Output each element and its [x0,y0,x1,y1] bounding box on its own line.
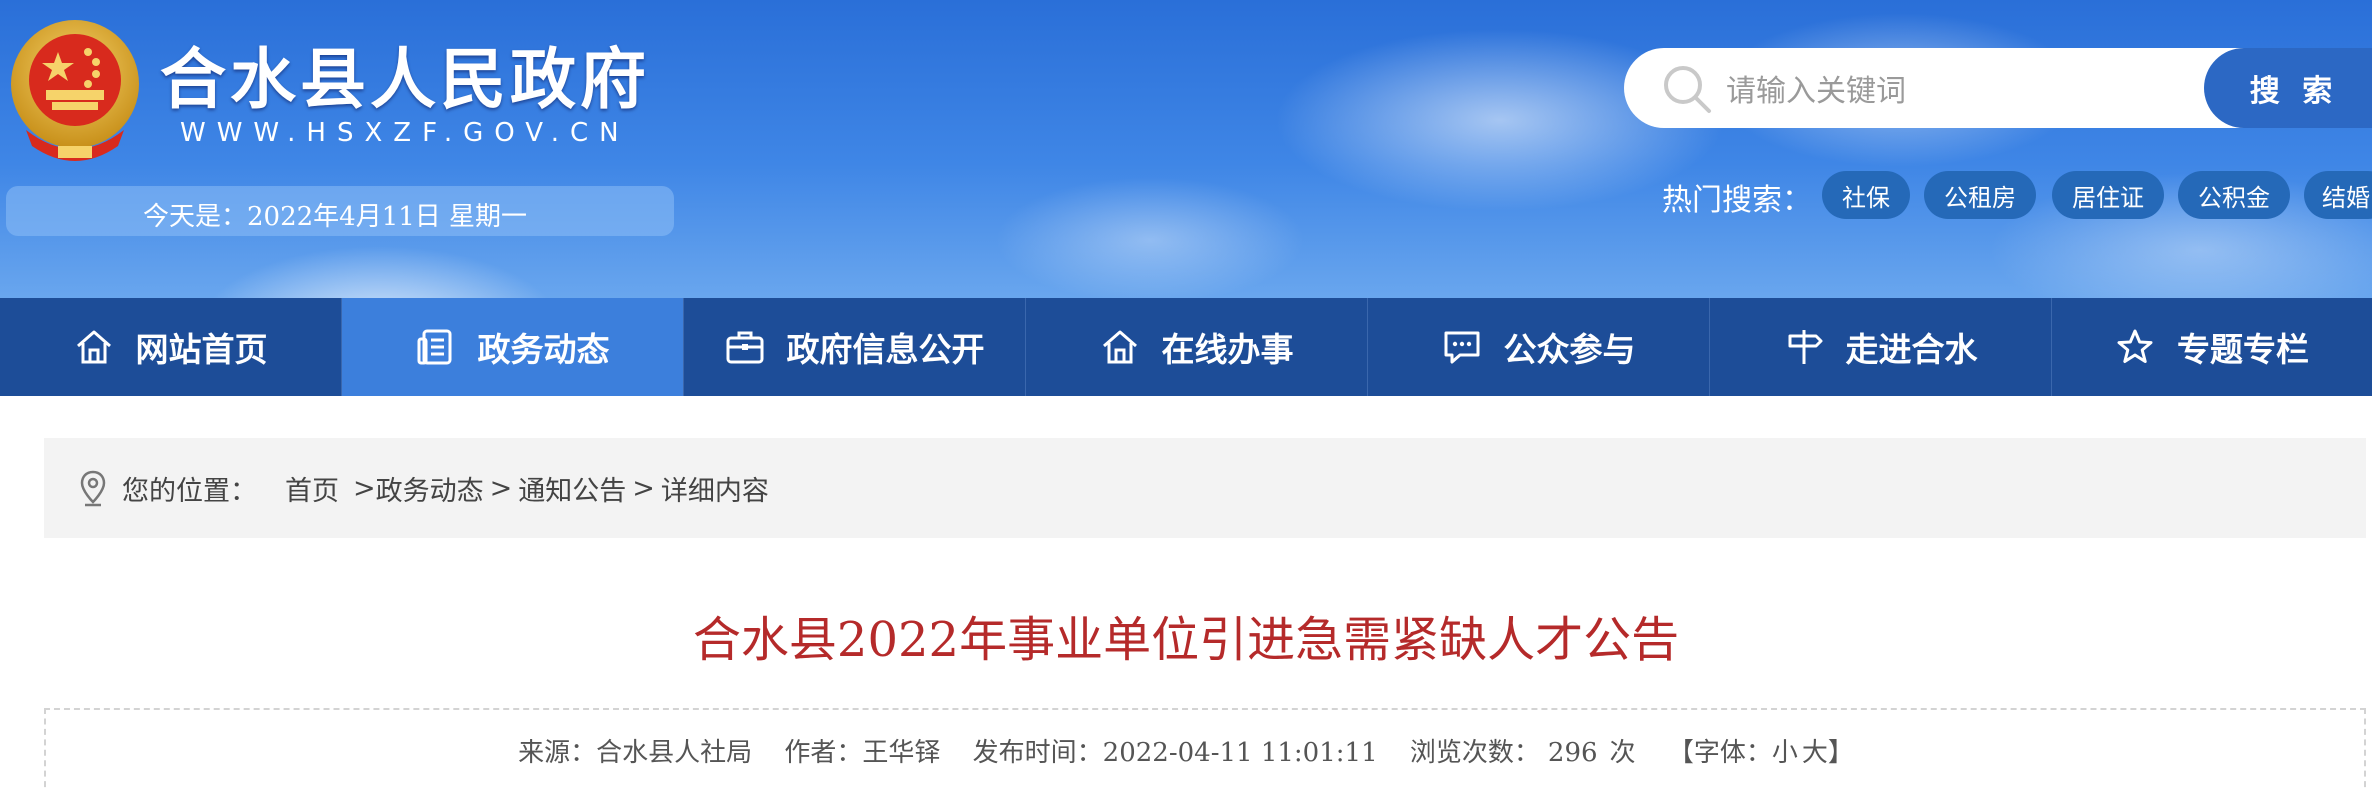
nav-item-label: 公众参与 [1503,330,1636,369]
breadcrumb-separator: > [632,472,655,504]
article-title: 合水县2022年事业单位引进急需紧缺人才公告 [692,612,1680,668]
breadcrumb: 您的位置： 首页 > 政务动态 > 通知公告 > 详细内容 [44,438,2366,538]
location-pin-icon [80,470,106,507]
document-list-icon [417,329,451,365]
nav-item-home[interactable]: 网站首页 [0,298,342,396]
signpost-icon [1788,330,1822,364]
article-publish-time: 发布时间：2022-04-11 11:01:11 [972,738,1378,768]
font-size-suffix: 】 [1827,738,1854,768]
nav-item-about-heshui[interactable]: 走进合水 [1710,298,2052,396]
home-icon [1102,330,1137,364]
views-count: 296 [1547,738,1598,768]
article-meta: 来源：合水县人社局 作者：王华铎 发布时间：2022-04-11 11:01:1… [0,732,2372,769]
breadcrumb-link-news[interactable]: 政务动态 [376,469,484,508]
views-unit: 次 [1609,738,1636,768]
hot-search-label: 热门搜索： [1662,183,1812,218]
font-size-small-link[interactable]: 小 [1772,738,1798,768]
current-date: 今天是：2022年4月11日 星期一 [143,202,528,232]
nav-item-label: 政府信息公开 [786,330,985,369]
breadcrumb-separator: > [489,472,513,504]
breadcrumb-current: 详细内容 [660,475,769,507]
nav-item-special-topics[interactable]: 专题专栏 [2052,298,2372,396]
briefcase-icon [726,331,763,364]
nav-item-label: 在线办事 [1161,330,1294,369]
hot-search-tag[interactable]: 社保 [1822,171,1910,219]
nav-item-label: 走进合水 [1845,330,1978,369]
main-nav: 网站首页 政务动态 政府信息公开 在线办事 公众参与 走进合水 专题专栏 [0,298,2372,396]
site-url: WWW.HSXZF.GOV.CN [180,118,630,148]
font-size-large-link[interactable]: 大 [1802,738,1828,768]
article-source: 来源：合水县人社局 [518,738,753,768]
breadcrumb-link-label: 政务动态 [375,475,484,507]
national-emblem-icon [11,20,139,161]
nav-item-online-services[interactable]: 在线办事 [1026,298,1368,396]
nav-item-info-disclosure[interactable]: 政府信息公开 [684,298,1026,396]
hot-search-tag[interactable]: 结婚 [2304,171,2372,219]
article-author: 作者：王华铎 [784,738,941,768]
breadcrumb-separator: > [353,472,376,504]
page: 合水县人民政府 WWW.HSXZF.GOV.CN 今天是：2022年4月11日 … [0,0,2372,790]
search-icon [1664,66,1711,113]
nav-item-public-participation[interactable]: 公众参与 [1368,298,1710,396]
nav-item-news[interactable]: 政务动态 [342,298,684,396]
breadcrumb-prefix: 您的位置： [122,475,257,507]
font-size-prefix: 【字体： [1667,738,1772,768]
hot-search-tag[interactable]: 公租房 [1924,171,2036,219]
nav-item-label: 网站首页 [135,330,268,369]
breadcrumb-link-home[interactable]: 首页 [285,469,339,508]
views-label: 浏览次数： [1409,738,1540,768]
breadcrumb-link-label: 通知公告 [518,475,627,507]
star-icon [2117,329,2153,363]
hot-search-tag[interactable]: 公积金 [2178,171,2290,219]
home-icon [76,330,111,364]
search-input[interactable] [1724,60,2198,122]
nav-item-label: 专题专栏 [2177,330,2309,369]
nav-item-label: 政务动态 [477,330,610,369]
chat-icon [1444,331,1479,364]
search-button[interactable]: 搜 索 [2204,48,2372,128]
breadcrumb-link-label: 首页 [285,475,339,507]
hot-search-tag[interactable]: 居住证 [2052,171,2164,219]
site-title: 合水县人民政府 [160,41,650,118]
header-banner: 合水县人民政府 WWW.HSXZF.GOV.CN 今天是：2022年4月11日 … [0,0,2372,298]
breadcrumb-link-notices[interactable]: 通知公告 [518,469,626,508]
